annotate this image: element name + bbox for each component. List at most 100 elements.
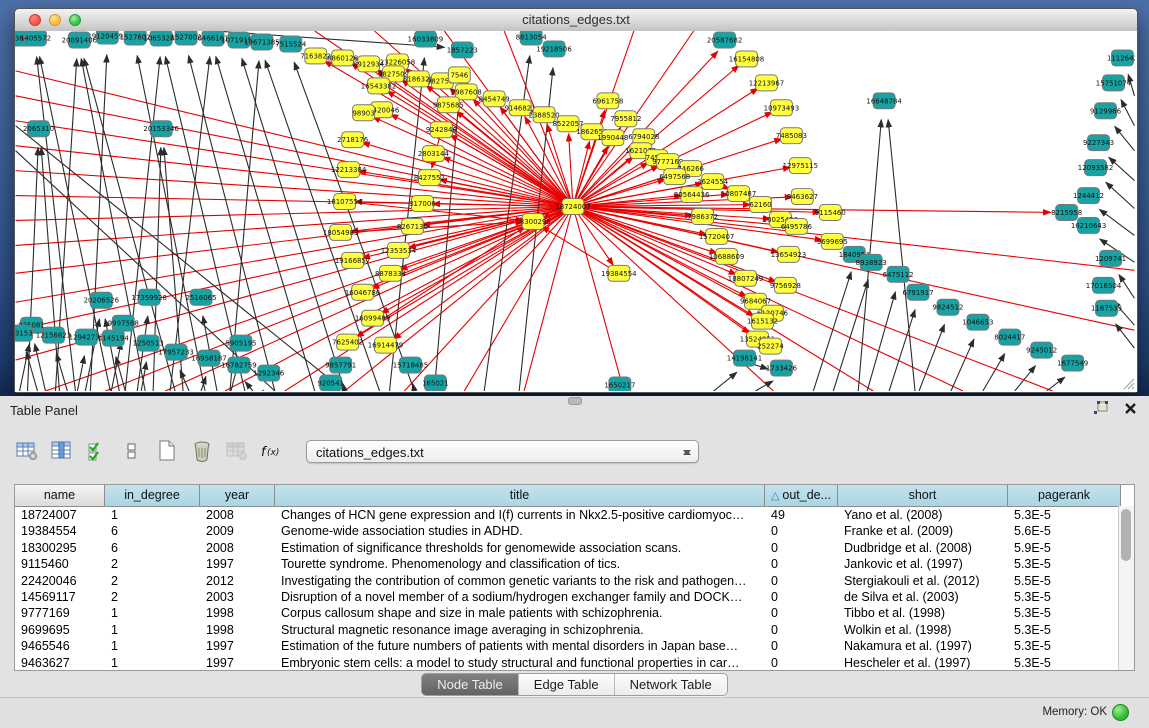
network-node[interactable]: 8427552 xyxy=(414,170,445,186)
table-row[interactable]: 2242004622012Investigating the contribut… xyxy=(15,573,1134,589)
network-node[interactable]: 8813054 xyxy=(516,31,548,45)
network-node[interactable]: 9857791 xyxy=(325,357,356,373)
tab-network-table[interactable]: Network Table xyxy=(614,674,727,695)
network-node[interactable]: 15751074 xyxy=(1096,75,1132,91)
modify-table-button[interactable] xyxy=(14,438,40,464)
network-node[interactable]: 1292346 xyxy=(253,365,284,381)
network-node[interactable]: 9875685 xyxy=(433,97,464,113)
network-node[interactable]: 9245012 xyxy=(1026,342,1057,358)
network-node[interactable]: 6497568 xyxy=(659,169,690,185)
network-node[interactable]: 8878334 xyxy=(375,265,407,281)
close-panel-icon[interactable] xyxy=(1124,402,1137,415)
network-node[interactable]: 18054983 xyxy=(323,224,358,240)
network-node[interactable]: 9115460 xyxy=(815,205,846,221)
window-resize-grip[interactable] xyxy=(1121,376,1135,390)
network-node[interactable]: 9756928 xyxy=(770,277,801,293)
network-node[interactable]: 20587682 xyxy=(707,32,742,48)
network-node[interactable]: 317006 xyxy=(409,196,436,212)
network-node[interactable]: 9997588 xyxy=(108,315,139,331)
network-node[interactable]: 2718176 xyxy=(337,132,368,148)
column-header-name[interactable]: name xyxy=(15,485,105,506)
network-node[interactable]: 10688609 xyxy=(709,248,744,264)
network-node[interactable]: 9463627 xyxy=(787,189,818,205)
window-titlebar[interactable]: citations_edges.txt xyxy=(15,9,1137,32)
network-node[interactable]: 1209741 xyxy=(1095,250,1126,266)
network-node[interactable]: 7986372 xyxy=(687,209,718,225)
table-row[interactable]: 1830029562008Estimation of significance … xyxy=(15,540,1134,556)
table-chooser-dropdown[interactable]: citations_edges.txt xyxy=(306,440,699,463)
network-node[interactable]: 7515524 xyxy=(275,36,307,52)
network-node[interactable]: 18107554 xyxy=(327,194,363,210)
network-node[interactable]: 9227343 xyxy=(1083,135,1114,151)
column-header-year[interactable]: year xyxy=(200,485,275,506)
network-node[interactable]: 33153 xyxy=(15,325,33,341)
network-node[interactable]: 1046653 xyxy=(962,314,993,330)
network-node[interactable]: 2803144 xyxy=(418,146,450,162)
column-header-pagerank[interactable]: pagerank xyxy=(1008,485,1121,506)
network-node[interactable]: 12093582 xyxy=(1078,160,1113,176)
network-node[interactable]: 1167533 xyxy=(1091,300,1122,316)
network-node[interactable]: 98903 xyxy=(353,105,375,121)
network-node[interactable]: 20153346 xyxy=(143,121,178,137)
table-row[interactable]: 946554611997Estimation of the future num… xyxy=(15,638,1134,654)
network-node[interactable]: 1244412 xyxy=(1073,188,1104,204)
network-node[interactable]: 1677549 xyxy=(1057,355,1088,371)
network-node[interactable]: 2516065 xyxy=(186,289,217,305)
unselect-all-columns-button[interactable] xyxy=(119,438,145,464)
vertical-scrollbar[interactable] xyxy=(1118,506,1134,670)
table-row[interactable]: 1872400712008Changes of HCN gene express… xyxy=(15,507,1134,523)
scrollbar-thumb[interactable] xyxy=(1121,509,1131,561)
network-node[interactable]: 9242848 xyxy=(426,122,457,138)
network-node[interactable]: 1733426 xyxy=(766,360,797,376)
network-node[interactable]: 6791917 xyxy=(903,284,934,300)
tab-node-table[interactable]: Node Table xyxy=(422,674,518,695)
network-node[interactable]: 7546 xyxy=(448,67,470,83)
create-column-button[interactable] xyxy=(154,438,180,464)
network-node[interactable]: 1615132 xyxy=(747,313,778,329)
show-columns-button[interactable] xyxy=(49,438,75,464)
network-node[interactable]: 7625402 xyxy=(332,334,363,350)
network-node[interactable]: 1990448 xyxy=(597,130,628,146)
network-node[interactable]: 16099489 xyxy=(355,310,390,326)
network-node[interactable]: 6961758 xyxy=(592,93,623,109)
network-node[interactable]: 9120459 xyxy=(92,31,123,44)
network-node[interactable]: 2065310 xyxy=(23,121,54,137)
network-node[interactable]: 165021 xyxy=(422,375,449,391)
float-panel-icon[interactable] xyxy=(1094,401,1110,416)
network-node[interactable]: 8267130 xyxy=(397,218,428,234)
select-all-columns-button[interactable] xyxy=(84,438,110,464)
network-node[interactable]: 16648784 xyxy=(866,93,902,109)
network-node[interactable]: 19384554 xyxy=(601,265,637,281)
column-header-short[interactable]: short xyxy=(838,485,1008,506)
table-row[interactable]: 1938455462009Genome-wide association stu… xyxy=(15,523,1134,539)
network-node[interactable]: 8215958 xyxy=(1051,205,1082,221)
network-node[interactable]: 8024417 xyxy=(994,329,1025,345)
network-node[interactable]: 62160 xyxy=(749,197,771,213)
network-node[interactable]: 9824512 xyxy=(932,299,963,315)
table-row[interactable]: 911546021997Tourette syndrome. Phenomeno… xyxy=(15,556,1134,572)
function-builder-button[interactable]: f (x) xyxy=(259,438,285,464)
network-node[interactable]: 7485083 xyxy=(776,128,807,144)
table-row[interactable]: 969969511998Structural magnetic resonanc… xyxy=(15,622,1134,638)
network-node[interactable]: 6475112 xyxy=(883,266,914,282)
network-node[interactable]: 20206526 xyxy=(84,292,119,308)
column-header-out_de[interactable]: △out_de... xyxy=(765,485,838,506)
network-node[interactable]: 12213967 xyxy=(749,75,784,91)
table-row[interactable]: 946362711997Embryonic stem cells: a mode… xyxy=(15,655,1134,671)
network-node[interactable]: 1857223 xyxy=(447,42,478,58)
network-node[interactable]: 12975115 xyxy=(783,158,818,174)
network-node[interactable]: 8938923 xyxy=(856,254,887,270)
citation-network-graph[interactable]: 1872400771638228860128891293423226058982… xyxy=(15,31,1135,391)
network-node[interactable]: 5905195 xyxy=(225,335,256,351)
network-canvas[interactable]: 1872400771638228860128891293423226058982… xyxy=(15,31,1137,392)
network-node[interactable]: 12353534 xyxy=(381,242,417,258)
network-node[interactable]: 1405572 xyxy=(20,31,51,46)
column-header-title[interactable]: title xyxy=(275,485,765,506)
network-node[interactable]: 15720407 xyxy=(699,228,734,244)
network-node[interactable]: 252274 xyxy=(757,338,784,354)
network-node[interactable]: 1112642 xyxy=(1107,50,1135,66)
delete-columns-button[interactable] xyxy=(189,438,215,464)
column-header-in_degree[interactable]: in_degree xyxy=(105,485,200,506)
network-node[interactable]: 6495786 xyxy=(781,218,812,234)
network-node[interactable]: 9699695 xyxy=(817,233,848,249)
